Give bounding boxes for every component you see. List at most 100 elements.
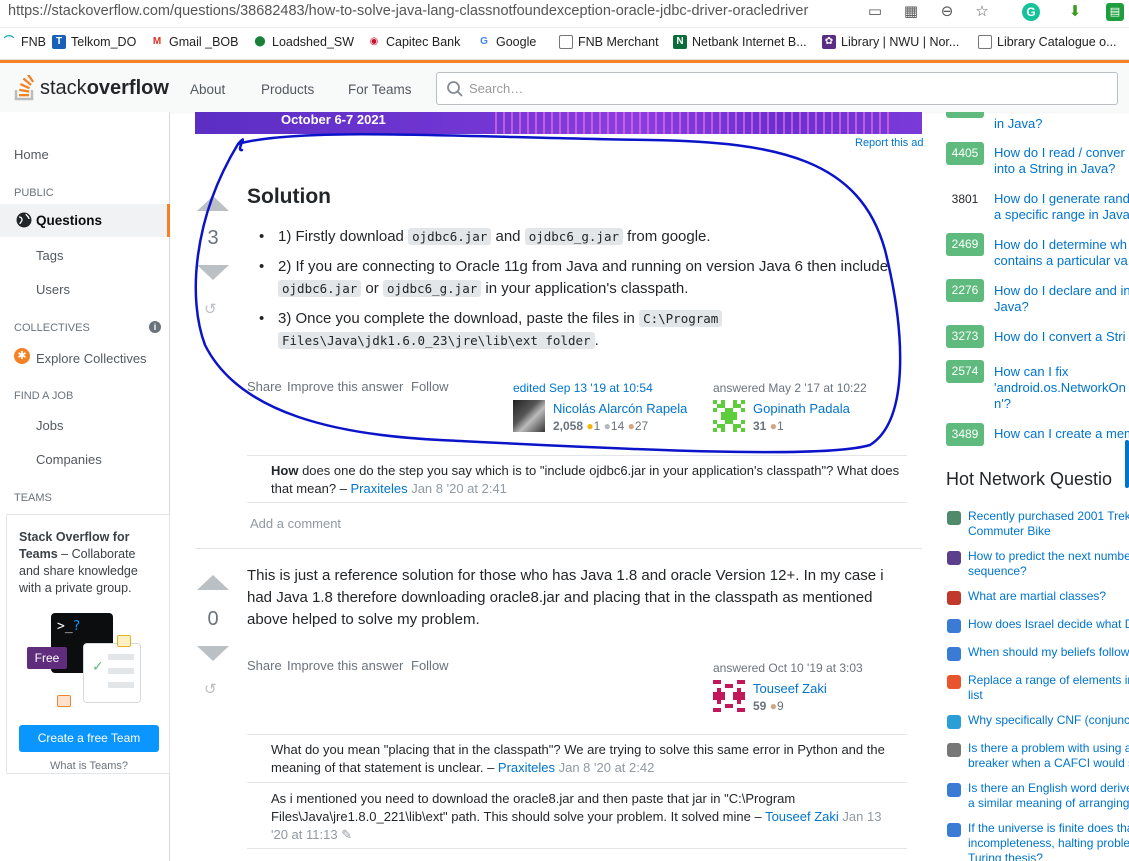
related-question-link[interactable]: How do I convert a Stri <box>994 329 1126 345</box>
hot-question-link[interactable]: Why specifically CNF (conjunct <box>968 713 1129 728</box>
extension-icon[interactable]: ▤ <box>1106 3 1124 21</box>
site-icon <box>947 715 961 729</box>
bookmark-fnb-merchant[interactable]: FNB Merchant <box>559 35 659 49</box>
zoom-out-icon[interactable]: ⊖ <box>938 3 956 21</box>
telkom-icon: T <box>52 35 66 49</box>
avatar[interactable] <box>713 680 745 712</box>
reader-view-icon[interactable]: ▭ <box>866 3 884 21</box>
bookmark-telkom[interactable]: T Telkom_DO <box>52 35 136 49</box>
so-logo-icon <box>14 75 35 101</box>
edit-pencil-icon[interactable]: ✎ <box>341 827 352 842</box>
ink-circle-annotation <box>194 132 902 454</box>
grammarly-icon[interactable]: G <box>1022 3 1040 21</box>
nav-questions[interactable]: Questions <box>0 204 170 237</box>
site-icon <box>947 823 961 837</box>
history-icon[interactable]: ↺ <box>204 680 217 698</box>
download-icon[interactable]: ⬇ <box>1066 3 1084 21</box>
add-comment-link[interactable]: Add a comment <box>250 516 341 531</box>
comment-user-link[interactable]: Touseef Zaki <box>765 809 839 824</box>
related-score-badge: 2276 <box>946 279 984 302</box>
bookmark-loadshed[interactable]: ⬤ Loadshed_SW <box>253 35 354 49</box>
comment: As i mentioned you need to download the … <box>271 791 882 842</box>
related-question-link[interactable]: How do I generate rand a specific range i… <box>994 191 1129 223</box>
nwu-icon: ✿ <box>822 35 836 49</box>
what-is-teams-link[interactable]: What is Teams? <box>7 760 171 772</box>
related-question-link[interactable]: How can I create a mem <box>994 426 1129 442</box>
page-icon <box>559 35 573 49</box>
share-link[interactable]: Share <box>247 658 282 673</box>
nav-questions-label: Questions <box>36 213 103 228</box>
bookmark-gmail[interactable]: M Gmail _BOB <box>150 35 238 49</box>
hot-question-link[interactable]: How to predict the next numbe sequence? <box>968 549 1129 579</box>
nav-companies[interactable]: Companies <box>36 452 102 467</box>
upvote-button[interactable] <box>197 575 229 590</box>
nav-for-teams[interactable]: For Teams <box>348 82 412 97</box>
bookmark-capitec[interactable]: ◉ Capitec Bank <box>367 35 460 49</box>
so-topbar: stackoverflow About Products For Teams S… <box>0 60 1129 112</box>
related-question-link[interactable]: How do I declare and in Java? <box>994 283 1129 315</box>
info-icon[interactable]: i <box>149 321 161 333</box>
hot-question-link[interactable]: What are martial classes? <box>968 589 1106 604</box>
gmail-icon: M <box>150 35 164 49</box>
bookmark-netbank[interactable]: N Netbank Internet B... <box>673 35 807 49</box>
create-team-button[interactable]: Create a free Team <box>19 725 159 752</box>
browser-url-bar: https://stackoverflow.com/questions/3868… <box>0 0 1129 28</box>
search-icon <box>447 81 463 97</box>
nav-explore-collectives[interactable]: Explore Collectives <box>36 351 147 366</box>
map-pin-icon: ⬤ <box>253 35 267 49</box>
hot-question-link[interactable]: How does Israel decide what D <box>968 617 1129 632</box>
section-public: PUBLIC <box>14 187 54 199</box>
bookmarks-bar: ⌒ FNB T Telkom_DO M Gmail _BOB ⬤ Loadshed_SW… <box>0 28 1129 60</box>
comment: What do you mean "placing that in the cl… <box>271 742 885 775</box>
section-collectives: COLLECTIVES <box>14 322 90 334</box>
downvote-button[interactable] <box>197 646 229 661</box>
so-logo[interactable]: stackoverflow <box>14 75 169 101</box>
grid-icon[interactable]: ▦ <box>902 3 920 21</box>
nav-products[interactable]: Products <box>261 82 314 97</box>
hot-question-link[interactable]: Replace a range of elements in list <box>968 673 1129 703</box>
hot-question-link[interactable]: Is there an English word derive a similar… <box>968 781 1129 811</box>
related-score-badge: 4405 <box>946 142 984 165</box>
left-sidebar: Home PUBLIC Questions Tags Users COLLECT… <box>0 112 170 861</box>
related-question-link[interactable]: in Java? <box>994 116 1042 132</box>
bookmark-google[interactable]: G Google <box>477 35 536 49</box>
favorite-star-icon[interactable]: ☆ <box>973 3 991 21</box>
free-badge: Free <box>27 647 67 669</box>
related-score-badge: 3489 <box>946 423 984 446</box>
chat-bubble-icon <box>57 695 71 707</box>
site-icon <box>947 591 961 605</box>
related-question-link[interactable]: How do I determine wh contains a particul… <box>994 237 1128 269</box>
nav-about[interactable]: About <box>190 82 225 97</box>
hot-question-link[interactable]: When should my beliefs follow <box>968 645 1129 660</box>
bookmark-library-catalogue[interactable]: Library Catalogue o... <box>978 35 1117 49</box>
section-teams: TEAMS <box>14 492 52 504</box>
search-input[interactable]: Search… <box>436 72 1118 105</box>
bookmark-fnb[interactable]: ⌒ FNB <box>2 35 46 49</box>
follow-link[interactable]: Follow <box>411 658 449 673</box>
improve-answer-link[interactable]: Improve this answer <box>287 658 403 673</box>
answered-timestamp: answered Oct 10 '19 at 3:03 <box>713 661 863 675</box>
hot-question-link[interactable]: If the universe is finite does tha incomp… <box>968 821 1129 861</box>
hot-question-link[interactable]: Is there a problem with using a breaker w… <box>968 741 1129 771</box>
capitec-icon: ◉ <box>367 35 381 49</box>
related-question-link[interactable]: How can I fix'android.os.NetworkOn n'? <box>994 364 1126 412</box>
author-name[interactable]: Touseef Zaki <box>753 681 827 696</box>
comment-user-link[interactable]: Praxiteles <box>498 760 555 775</box>
page-icon <box>978 35 992 49</box>
scrollbar-thumb[interactable] <box>1125 440 1129 488</box>
nav-home[interactable]: Home <box>14 147 49 162</box>
bookmark-library-nwu[interactable]: ✿ Library | NWU | Nor... <box>822 35 959 49</box>
related-score-badge: 2574 <box>946 360 984 383</box>
answer-body: This is just a reference solution for th… <box>247 567 884 628</box>
comment-user-link[interactable]: Praxiteles <box>351 481 408 496</box>
teams-promo-text: Stack Overflow for Teams – Collaborate a… <box>19 530 138 595</box>
address-field[interactable]: https://stackoverflow.com/questions/3868… <box>8 3 808 19</box>
site-icon <box>947 783 961 797</box>
hot-question-link[interactable]: Recently purchased 2001 Trek Commuter Bik… <box>968 509 1129 539</box>
nav-jobs[interactable]: Jobs <box>36 418 63 433</box>
author-reputation: 59 ●9 <box>753 699 784 713</box>
nav-users[interactable]: Users <box>36 282 70 297</box>
related-score-badge: 3801 <box>946 187 984 210</box>
nav-tags[interactable]: Tags <box>36 248 63 263</box>
related-question-link[interactable]: How do I read / conver into a String in J… <box>994 145 1125 177</box>
